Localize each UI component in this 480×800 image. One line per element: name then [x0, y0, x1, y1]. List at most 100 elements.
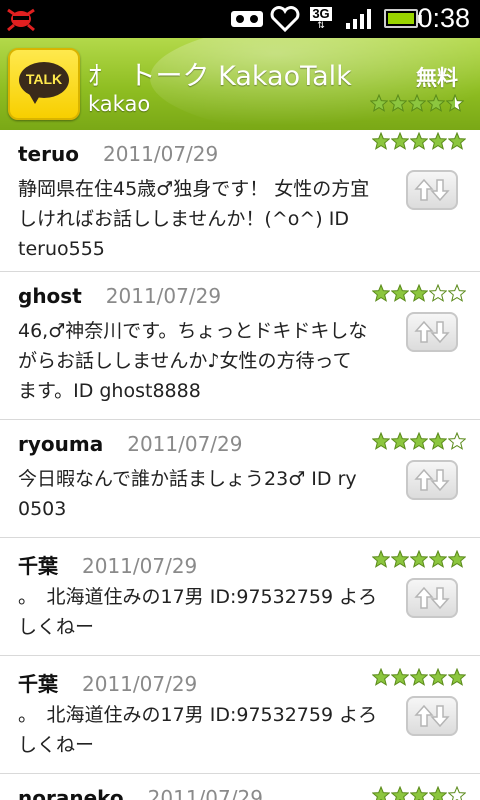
voicemail-icon [230, 6, 264, 32]
review-rating [372, 668, 467, 686]
review-text-line: 今日暇なんで誰か話ましょう23♂ ID ry [18, 468, 357, 490]
app-developer: kakao [88, 92, 151, 116]
battery-icon [384, 9, 422, 28]
star-filled-icon [391, 432, 409, 450]
review-date: 2011/07/29 [105, 284, 222, 308]
review-text-line: 46,♂神奈川です。ちょっとドキドキしな [18, 320, 368, 342]
star-filled-icon [429, 668, 447, 686]
review-date: 2011/07/29 [82, 672, 198, 696]
review-rating [372, 132, 467, 150]
review-text: 。 北海道住みの17男 ID:97532759 よろ しくねー [18, 582, 404, 642]
star-filled-icon [429, 432, 447, 450]
star-filled-icon [372, 432, 390, 450]
review-text-line: 。 北海道住みの17男 ID:97532759 よろ [18, 586, 378, 608]
review-text: 。 北海道住みの17男 ID:97532759 よろ しくねー [18, 700, 404, 760]
review-item[interactable]: ghost 2011/07/29 46,♂神奈川です。ちょっとドキドキしな がらお話し… [0, 272, 480, 420]
star-filled-icon [448, 668, 466, 686]
review-rating [372, 786, 467, 800]
review-date: 2011/07/29 [102, 142, 219, 166]
star-filled-icon [372, 284, 390, 302]
review-item[interactable]: teruo 2011/07/29 静岡県在住45歳♂独身です！ 女性の方宜 しければお… [0, 130, 480, 272]
review-rating [372, 432, 467, 450]
review-author-name: ryouma [18, 432, 104, 456]
3g-icon: 3G ⇅ [306, 6, 336, 32]
star-filled-icon [410, 668, 428, 686]
up-down-arrows-icon [414, 178, 450, 202]
app-price: 無料 [416, 66, 458, 90]
review-text: 静岡県在住45歳♂独身です！ 女性の方宜 しければお話ししませんか！(^o^) I… [18, 174, 404, 264]
up-down-arrows-icon [414, 704, 450, 728]
review-item[interactable]: ryouma 2011/07/29 今日暇なんで誰か話ましょう23♂ ID ry 05… [0, 420, 480, 538]
review-author: noraneko 2011/07/29 [18, 786, 263, 800]
review-author-name: ghost [18, 284, 82, 308]
status-bar: 3G ⇅ 0:38 [0, 0, 480, 38]
star-empty-icon [448, 284, 466, 302]
star-filled-icon [427, 94, 445, 112]
star-half-icon [446, 94, 464, 112]
star-filled-icon [448, 132, 466, 150]
review-list[interactable]: teruo 2011/07/29 静岡県在住45歳♂独身です！ 女性の方宜 しければお… [0, 130, 480, 800]
review-vote-button[interactable] [406, 696, 458, 736]
review-author-name: teruo [18, 142, 79, 166]
review-text-line: しくねー [18, 734, 95, 756]
star-filled-icon [372, 132, 390, 150]
app-rating [370, 94, 465, 112]
star-filled-icon [391, 284, 409, 302]
up-down-arrows-icon [414, 320, 450, 344]
signal-icon [344, 6, 374, 32]
star-filled-icon [391, 786, 409, 800]
clock: 0:38 [417, 3, 470, 33]
star-filled-icon [391, 668, 409, 686]
bug-icon [4, 4, 38, 34]
review-text-line: しくねー [18, 616, 95, 638]
app-header[interactable]: TALK ｵ トーク KakaoTalk kakao 無料 [0, 38, 480, 130]
review-author: teruo 2011/07/29 [18, 142, 218, 166]
star-filled-icon [410, 550, 428, 568]
star-empty-icon [448, 786, 466, 800]
review-author: ghost 2011/07/29 [18, 284, 221, 308]
review-rating [372, 550, 467, 568]
review-text-line: teruo555 [18, 238, 105, 260]
review-author-name: 千葉 [18, 554, 58, 578]
star-filled-icon [391, 132, 409, 150]
review-vote-button[interactable] [406, 312, 458, 352]
star-filled-icon [372, 668, 390, 686]
star-filled-icon [429, 132, 447, 150]
review-text-line: 静岡県在住45歳♂独身です！ 女性の方宜 [18, 178, 370, 200]
app-title: ｵ トーク KakaoTalk [88, 61, 352, 92]
review-text: 今日暇なんで誰か話ましょう23♂ ID ry 0503 [18, 464, 404, 524]
star-filled-icon [410, 284, 428, 302]
review-item[interactable]: 千葉 2011/07/29 。 北海道住みの17男 ID:97532759 よろ しく… [0, 656, 480, 774]
heart-icon [270, 6, 300, 32]
review-author: ryouma 2011/07/29 [18, 432, 243, 456]
star-filled-icon [372, 786, 390, 800]
review-date: 2011/07/29 [127, 432, 243, 456]
review-author: 千葉 2011/07/29 [18, 550, 197, 579]
review-text: 46,♂神奈川です。ちょっとドキドキしな がらお話ししませんか♪女性の方待って ます… [18, 316, 404, 406]
review-author: 千葉 2011/07/29 [18, 668, 197, 697]
review-vote-button[interactable] [406, 170, 458, 210]
review-author-name: noraneko [18, 786, 124, 800]
review-vote-button[interactable] [406, 578, 458, 618]
star-filled-icon [448, 550, 466, 568]
app-icon-text: TALK [25, 71, 63, 87]
star-filled-icon [370, 94, 388, 112]
review-item[interactable]: noraneko 2011/07/29 [0, 774, 480, 800]
app-icon: TALK [8, 48, 80, 120]
review-text-line: がらお話ししませんか♪女性の方待って [18, 350, 352, 372]
star-empty-icon [429, 284, 447, 302]
star-filled-icon [410, 132, 428, 150]
review-text-line: 0503 [18, 498, 67, 520]
review-date: 2011/07/29 [147, 786, 263, 800]
review-vote-button[interactable] [406, 460, 458, 500]
star-filled-icon [391, 550, 409, 568]
review-text-line: ます。ID ghost8888 [18, 380, 201, 402]
review-item[interactable]: 千葉 2011/07/29 。 北海道住みの17男 ID:97532759 よろ しく… [0, 538, 480, 656]
star-filled-icon [429, 786, 447, 800]
star-filled-icon [389, 94, 407, 112]
review-rating [372, 284, 467, 302]
review-text-line: 。 北海道住みの17男 ID:97532759 よろ [18, 704, 378, 726]
review-date: 2011/07/29 [82, 554, 198, 578]
star-filled-icon [429, 550, 447, 568]
star-filled-icon [410, 432, 428, 450]
